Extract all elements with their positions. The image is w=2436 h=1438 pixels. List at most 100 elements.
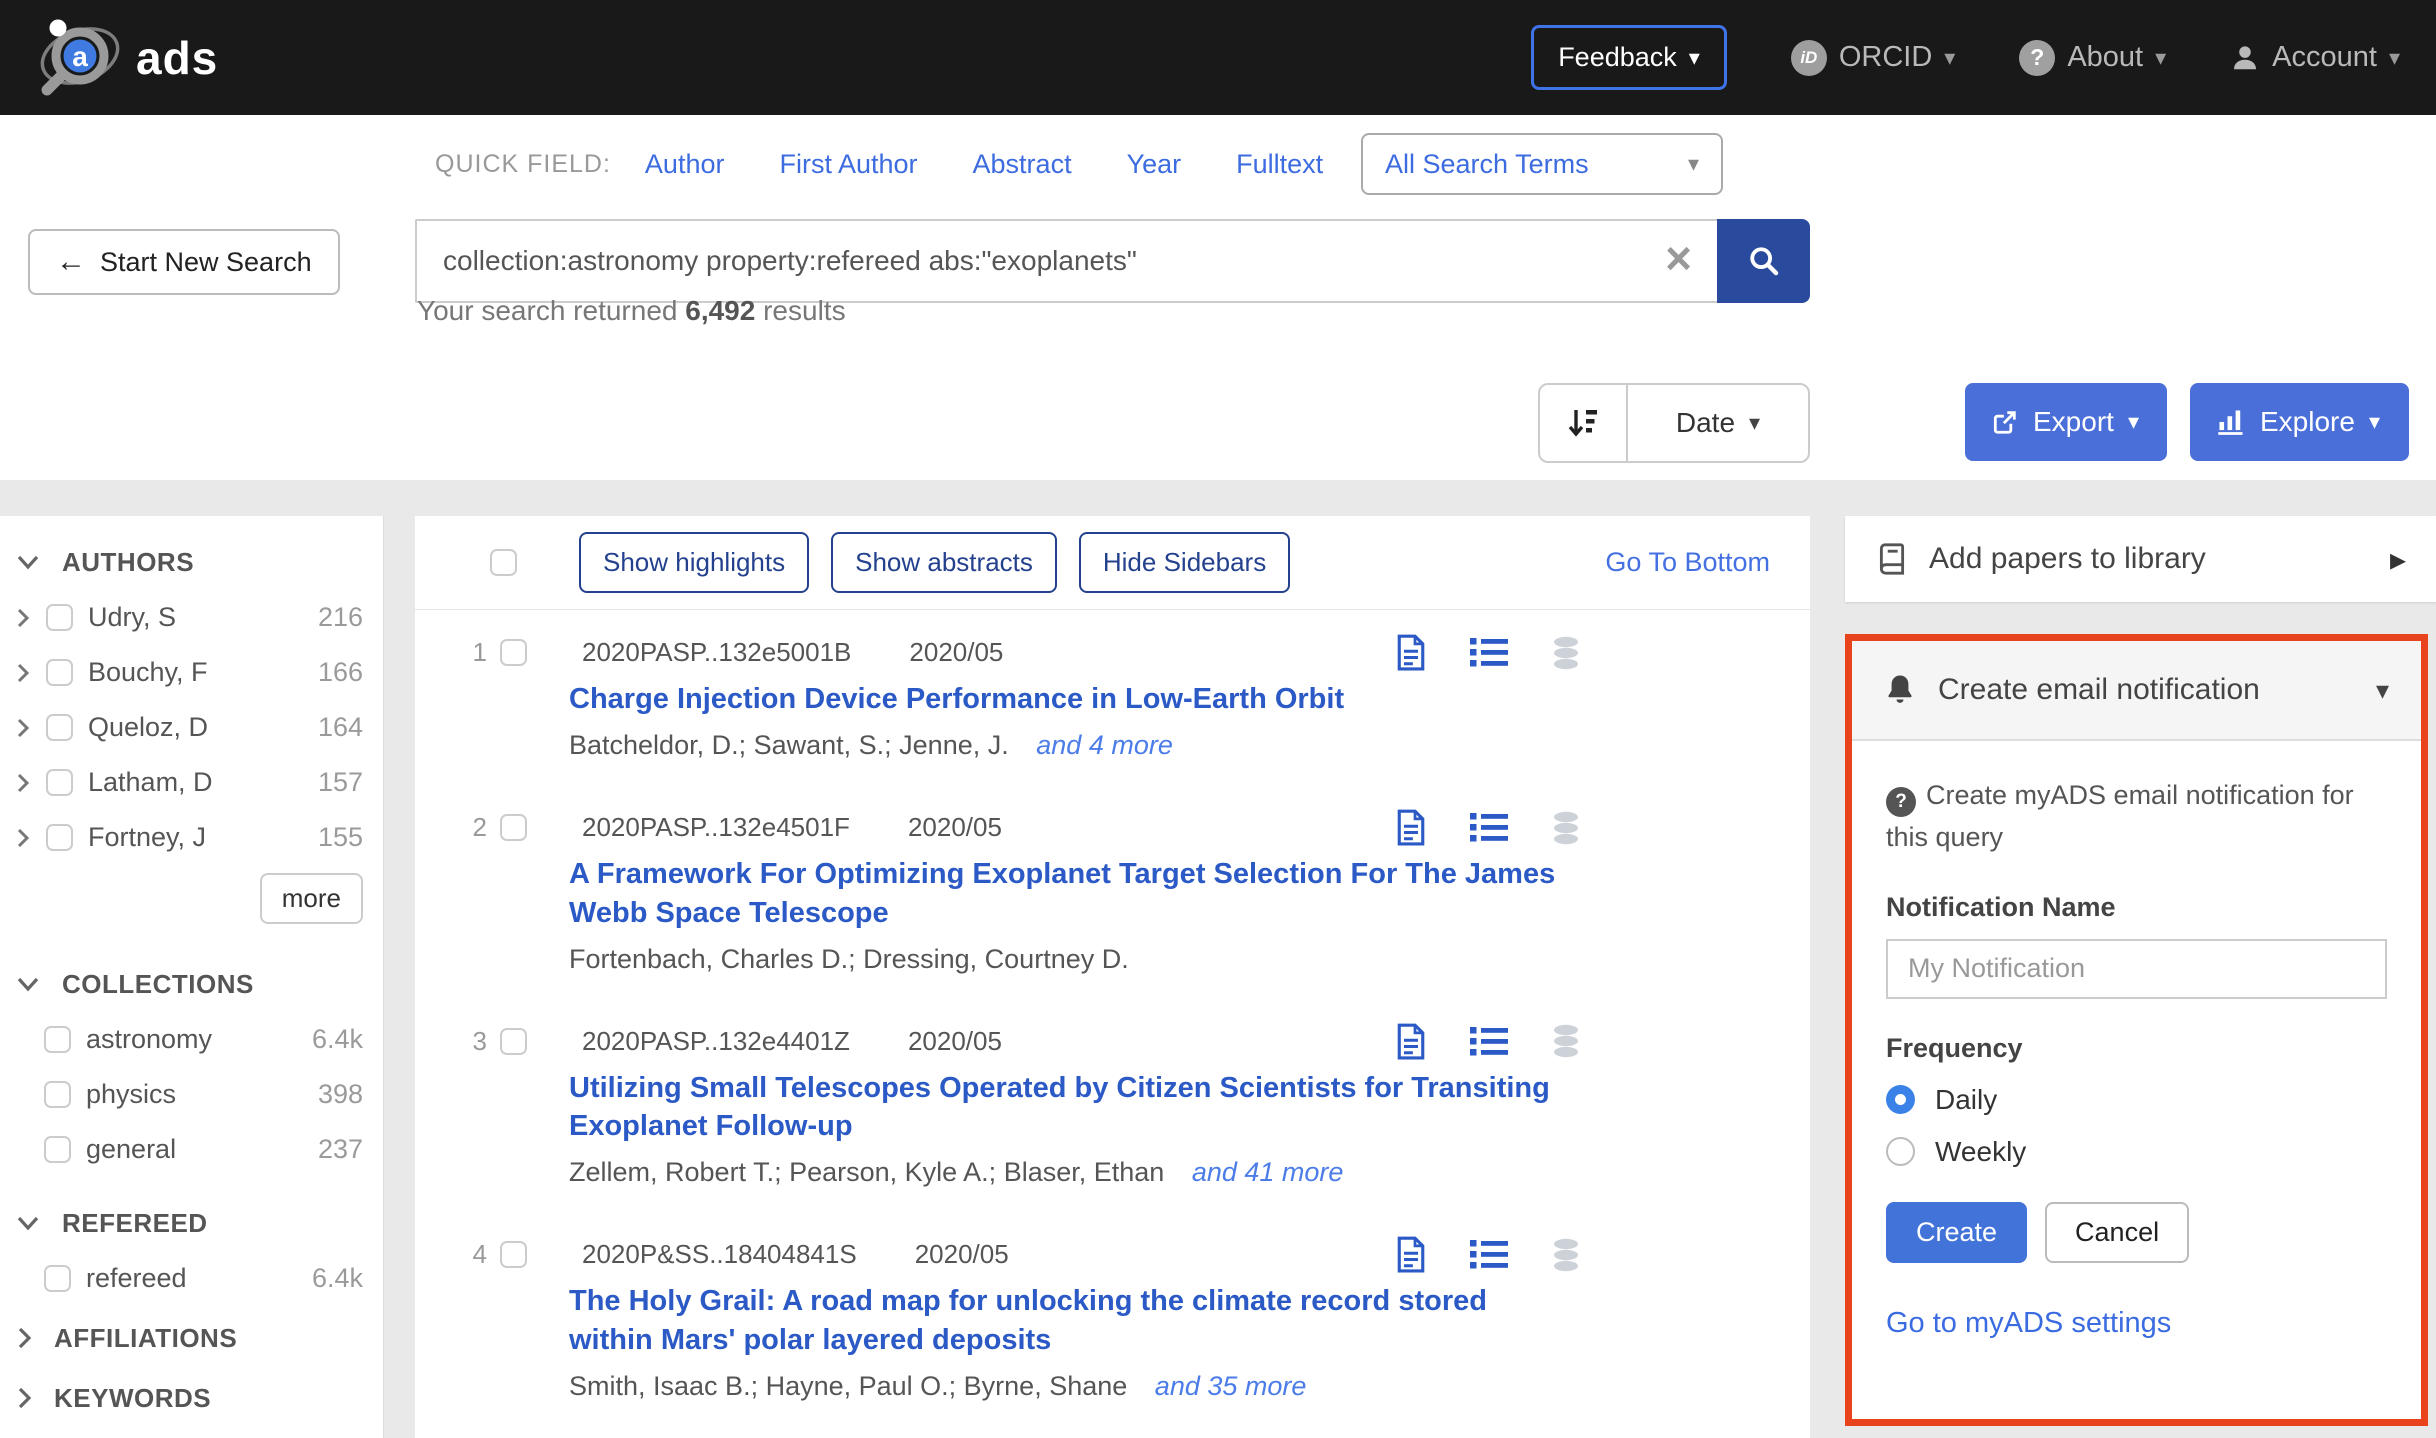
result-row: 5 2020MNRAS.494L..69A 2020/05 cited: 1 xyxy=(415,1426,1810,1438)
sort-field-dropdown[interactable]: Date ▾ xyxy=(1628,385,1808,461)
result-title-link[interactable]: Charge Injection Device Performance in L… xyxy=(569,680,1570,718)
facet-item-name: Latham, D xyxy=(88,767,213,798)
frequency-weekly-option[interactable]: Weekly xyxy=(1886,1136,2387,1168)
facet-item-refereed[interactable]: refereed 6.4k xyxy=(0,1251,383,1306)
facet-checkbox[interactable] xyxy=(44,1136,71,1163)
search-submit-button[interactable] xyxy=(1717,219,1810,303)
show-abstracts-button[interactable]: Show abstracts xyxy=(831,532,1057,593)
feedback-button[interactable]: Feedback ▾ xyxy=(1531,25,1727,90)
all-search-terms-dropdown[interactable]: All Search Terms ▾ xyxy=(1361,133,1723,195)
facet-checkbox[interactable] xyxy=(44,1081,71,1108)
quick-field-link[interactable]: Author xyxy=(645,149,725,180)
facet-item-name: Queloz, D xyxy=(88,712,208,743)
show-highlights-button[interactable]: Show highlights xyxy=(579,532,809,593)
authors-more-button[interactable]: more xyxy=(260,873,363,924)
facet-header-affiliations[interactable]: AFFILIATIONS xyxy=(0,1310,383,1366)
facet-item-author[interactable]: Fortney, J 155 xyxy=(0,810,383,865)
result-title-link[interactable]: The Holy Grail: A road map for unlocking… xyxy=(569,1282,1570,1359)
facet-item-author[interactable]: Queloz, D 164 xyxy=(0,700,383,755)
svg-text:a: a xyxy=(72,41,88,72)
create-button[interactable]: Create xyxy=(1886,1202,2027,1263)
data-products-icon[interactable] xyxy=(1552,811,1580,845)
facet-header-keywords[interactable]: KEYWORDS xyxy=(0,1370,383,1426)
result-checkbox[interactable] xyxy=(500,814,527,841)
citations-list-icon[interactable] xyxy=(1470,1239,1508,1270)
notification-description: ?Create myADS email notification for thi… xyxy=(1886,775,2366,858)
facet-checkbox[interactable] xyxy=(46,714,73,741)
facet-item-collection[interactable]: physics 398 xyxy=(0,1067,383,1122)
chevron-down-icon: ▾ xyxy=(2155,45,2166,71)
result-date: 2020/05 xyxy=(908,1026,1002,1057)
search-header: QUICK FIELD: Author First Author Abstrac… xyxy=(0,115,2436,480)
result-more-authors-link[interactable]: and 4 more xyxy=(1036,730,1173,760)
result-index: 2 xyxy=(463,812,487,843)
notification-name-input[interactable] xyxy=(1886,939,2387,999)
orcid-label: ORCID xyxy=(1839,41,1932,74)
weekly-radio[interactable] xyxy=(1886,1137,1915,1166)
abstract-document-icon[interactable] xyxy=(1396,634,1426,671)
quick-field-link[interactable]: Abstract xyxy=(973,149,1072,180)
result-more-authors-link[interactable]: and 41 more xyxy=(1192,1157,1344,1187)
facet-checkbox[interactable] xyxy=(46,604,73,631)
citations-list-icon[interactable] xyxy=(1470,637,1508,668)
facet-checkbox[interactable] xyxy=(46,659,73,686)
orcid-menu[interactable]: iD ORCID ▾ xyxy=(1791,40,1956,76)
result-title-link[interactable]: A Framework For Optimizing Exoplanet Tar… xyxy=(569,855,1570,932)
back-arrow-icon: ← xyxy=(56,245,86,279)
facet-item-author[interactable]: Bouchy, F 166 xyxy=(0,645,383,700)
clear-search-icon[interactable]: × xyxy=(1665,235,1692,281)
facet-checkbox[interactable] xyxy=(46,824,73,851)
frequency-daily-option[interactable]: Daily xyxy=(1886,1084,2387,1116)
data-products-icon[interactable] xyxy=(1552,1238,1580,1272)
notification-panel-header[interactable]: Create email notification ▾ xyxy=(1852,641,2421,741)
facet-item-count: 157 xyxy=(318,767,363,798)
citations-list-icon[interactable] xyxy=(1470,1026,1508,1057)
go-to-bottom-link[interactable]: Go To Bottom xyxy=(1605,547,1770,578)
data-products-icon[interactable] xyxy=(1552,636,1580,670)
facet-checkbox[interactable] xyxy=(46,769,73,796)
facet-item-author[interactable]: Latham, D 157 xyxy=(0,755,383,810)
start-new-search-button[interactable]: ← Start New Search xyxy=(28,229,340,295)
abstract-document-icon[interactable] xyxy=(1396,1023,1426,1060)
facet-checkbox[interactable] xyxy=(44,1026,71,1053)
abstract-document-icon[interactable] xyxy=(1396,1236,1426,1273)
result-more-authors-link[interactable]: and 35 more xyxy=(1155,1371,1307,1401)
facet-checkbox[interactable] xyxy=(44,1265,71,1292)
facet-header-authors[interactable]: AUTHORS xyxy=(0,534,383,590)
result-checkbox[interactable] xyxy=(500,1028,527,1055)
quick-field-link[interactable]: Fulltext xyxy=(1236,149,1323,180)
quick-field-link[interactable]: Year xyxy=(1127,149,1182,180)
sort-direction-button[interactable] xyxy=(1540,385,1628,461)
daily-radio[interactable] xyxy=(1886,1085,1915,1114)
result-checkbox[interactable] xyxy=(500,639,527,666)
quick-field-link[interactable]: First Author xyxy=(779,149,917,180)
result-title-link[interactable]: Utilizing Small Telescopes Operated by C… xyxy=(569,1069,1570,1146)
citations-list-icon[interactable] xyxy=(1470,812,1508,843)
facet-header-refereed[interactable]: REFEREED xyxy=(0,1195,383,1251)
facet-item-author[interactable]: Udry, S 216 xyxy=(0,590,383,645)
add-papers-to-library-bar[interactable]: Add papers to library ▸ xyxy=(1845,516,2436,602)
select-all-checkbox[interactable] xyxy=(490,549,517,576)
facet-title-collections: COLLECTIONS xyxy=(62,969,254,1000)
ads-brand[interactable]: a ads xyxy=(36,16,218,100)
cancel-button[interactable]: Cancel xyxy=(2045,1202,2189,1263)
facet-header-publications[interactable]: PUBLICATIONS xyxy=(0,1430,383,1438)
hide-sidebars-button[interactable]: Hide Sidebars xyxy=(1079,532,1290,593)
chevron-down-icon: ▾ xyxy=(2376,675,2389,706)
export-button[interactable]: Export ▾ xyxy=(1965,383,2167,461)
result-checkbox[interactable] xyxy=(500,1241,527,1268)
facet-header-collections[interactable]: COLLECTIONS xyxy=(0,956,383,1012)
chevron-down-icon: ▾ xyxy=(1688,151,1699,177)
go-to-myads-settings-link[interactable]: Go to myADS settings xyxy=(1886,1307,2171,1340)
about-menu[interactable]: ? About ▾ xyxy=(2019,40,2166,76)
facet-item-collection[interactable]: general 237 xyxy=(0,1122,383,1177)
explore-button[interactable]: Explore ▾ xyxy=(2190,383,2409,461)
facet-item-collection[interactable]: astronomy 6.4k xyxy=(0,1012,383,1067)
data-products-icon[interactable] xyxy=(1552,1024,1580,1058)
account-menu[interactable]: Account ▾ xyxy=(2230,41,2400,74)
chevron-down-icon xyxy=(16,554,40,570)
abstract-document-icon[interactable] xyxy=(1396,809,1426,846)
quick-field-links: Author First Author Abstract Year Fullte… xyxy=(645,149,1323,180)
sort-control[interactable]: Date ▾ xyxy=(1538,383,1810,463)
search-input[interactable] xyxy=(415,219,1717,303)
